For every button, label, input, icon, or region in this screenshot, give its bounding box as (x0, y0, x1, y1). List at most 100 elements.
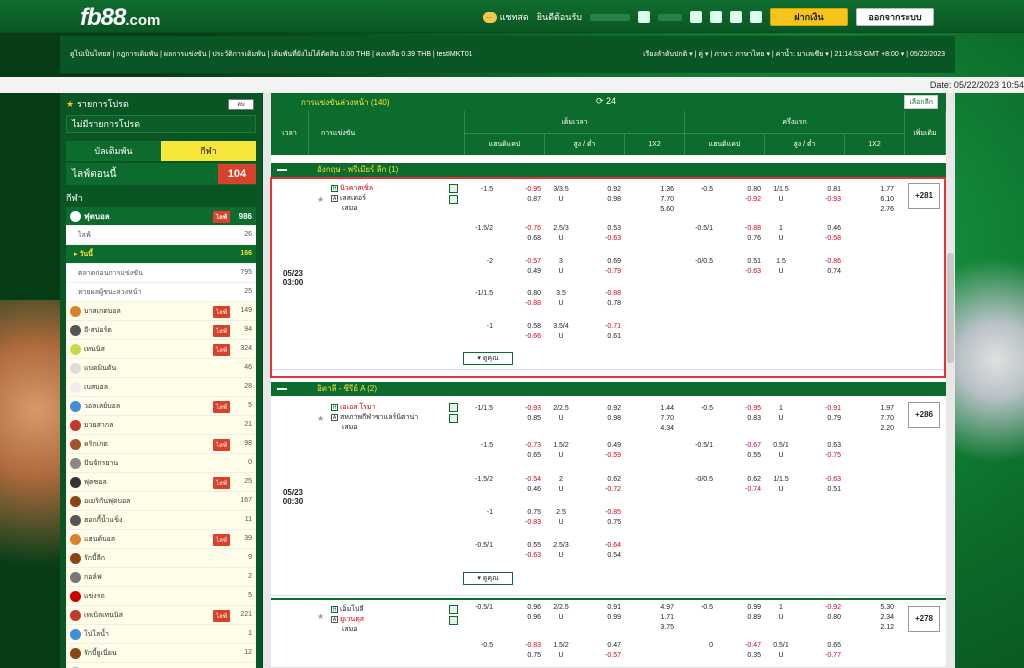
odds-cell[interactable]: 1.77 6.10 2.76 (846, 185, 894, 215)
live-now[interactable]: ไลฟ์ตอนนี้ 104 (66, 163, 256, 185)
odds-cell[interactable]: -0.71 0.61 (577, 322, 621, 342)
odds-cell[interactable]: 1.97 7.70 2.20 (846, 404, 894, 434)
sidebar-item-sport[interactable]: ปันจักรยาน 0 (66, 454, 256, 473)
odds-cell[interactable]: 0.49 -0.59 (577, 441, 621, 461)
sidebar-item-sport[interactable]: ฟุตบอล ไลฟ์ 986 (66, 207, 256, 226)
nav-links[interactable]: ดูไปเป็นไทยส | กฎการเดิมพัน | ผลการแข่งข… (70, 49, 643, 60)
logo[interactable]: fb88.com (80, 4, 160, 32)
sidebar-item-sport[interactable]: ฮอกกี้น้ำแข็ง 11 (66, 511, 256, 530)
star-icon[interactable]: ★ (317, 414, 324, 423)
odds-cell[interactable]: 0.46 -0.58 (797, 224, 841, 244)
select-league-button[interactable]: เลือกลีก (904, 95, 938, 109)
odds-cell[interactable]: -0.63 0.51 (797, 475, 841, 495)
star-icon[interactable]: ★ (317, 612, 324, 621)
odds-cell[interactable]: -0.88 0.76 (715, 224, 761, 244)
account-icon[interactable] (730, 11, 742, 23)
away-team[interactable]: สหภาพกีฬาซาแลร์นิตาน่า (340, 414, 418, 421)
sidebar-item-sport[interactable]: มวยสากล 21 (66, 416, 256, 435)
odds-cell[interactable]: 0.51 -0.63 (715, 257, 761, 277)
right-scrollbar[interactable] (946, 93, 955, 668)
home-team[interactable]: นิวคาสเซิ่ล (340, 185, 373, 192)
odds-cell[interactable]: 0.62 -0.74 (715, 475, 761, 495)
stats-icon[interactable] (449, 605, 458, 614)
odds-cell[interactable]: -0.83 0.75 (493, 641, 541, 661)
odds-cell[interactable]: 0.53 -0.63 (577, 224, 621, 244)
sidebar-item-sport[interactable]: เทเบิลเทนนิส ไลฟ์ 221 (66, 606, 256, 625)
sidebar-item-sport[interactable]: เทนนิส ไลฟ์ 324 (66, 340, 256, 359)
odds-cell[interactable]: 0.65 -0.77 (797, 641, 841, 661)
stats-icon[interactable] (449, 403, 458, 412)
tab-bets[interactable]: บัลเดิมพัน (66, 141, 161, 161)
odds-cell[interactable]: 0.96 0.96 (493, 603, 541, 623)
deposit-button[interactable]: ฝากเงิน (770, 8, 848, 26)
sidebar-item-sport[interactable]: หรือเบิลเล (66, 663, 256, 668)
away-team[interactable]: ยูเวนตุส (340, 616, 364, 623)
sidebar-item-sport[interactable]: เบสบอล 28 (66, 378, 256, 397)
odds-cell[interactable]: 0.47 -0.57 (577, 641, 621, 661)
bet-list-icon[interactable] (750, 11, 762, 23)
more-markets-button[interactable]: +286 (908, 402, 940, 428)
field-icon[interactable] (449, 414, 458, 423)
odds-cell[interactable]: 0.91 0.99 (577, 603, 621, 623)
sidebar-item-sport[interactable]: โปโลน้ำ 1 (66, 625, 256, 644)
sidebar-item-sport[interactable]: แบดมินตัน 46 (66, 359, 256, 378)
odds-cell[interactable]: -0.76 0.68 (493, 224, 541, 244)
odds-cell[interactable]: 0.75 -0.83 (493, 508, 541, 528)
expand-button[interactable]: ▾ ดูคุณ (463, 352, 513, 365)
odds-cell[interactable]: -0.47 0.35 (715, 641, 761, 661)
odds-cell[interactable]: -0.64 0.54 (577, 541, 621, 561)
stats-icon[interactable] (449, 184, 458, 193)
field-icon[interactable] (449, 195, 458, 204)
refresh-button[interactable]: ⟳ 24 (596, 96, 616, 107)
odds-cell[interactable]: -0.85 0.75 (577, 508, 621, 528)
league-header[interactable]: อิตาลี - ซีรีย์ A (2) (271, 382, 946, 396)
odds-cell[interactable]: 5.30 2.34 2.12 (846, 603, 894, 633)
odds-cell[interactable]: 4.97 1.71 3.75 (626, 603, 674, 633)
star-icon[interactable]: ★ (317, 195, 324, 204)
sidebar-item-sport[interactable]: ▸ วันนี้ 166 (66, 245, 256, 264)
odds-cell[interactable]: 1.44 7.70 4.34 (626, 404, 674, 434)
odds-cell[interactable]: -0.54 0.46 (493, 475, 541, 495)
odds-cell[interactable]: -0.67 0.55 (715, 441, 761, 461)
odds-cell[interactable]: 0.80 -0.88 (493, 289, 541, 309)
odds-cell[interactable]: -0.73 0.65 (493, 441, 541, 461)
odds-cell[interactable]: 0.63 -0.75 (797, 441, 841, 461)
odds-cell[interactable]: -0.91 0.79 (797, 404, 841, 424)
odds-cell[interactable]: 1.36 7.70 5.60 (626, 185, 674, 215)
sidebar-item-sport[interactable]: ฟุตซอล ไลฟ์ 25 (66, 473, 256, 492)
odds-cell[interactable]: -0.57 0.49 (493, 257, 541, 277)
sidebar-item-sport[interactable]: ไลฟ์ 26 (66, 226, 256, 245)
sidebar-item-sport[interactable]: กอล์ฟ 2 (66, 568, 256, 587)
odds-cell[interactable]: -0.95 0.83 (715, 404, 761, 424)
more-markets-button[interactable]: +281 (908, 183, 940, 209)
clear-favorites-button[interactable]: ลบ (228, 99, 254, 110)
sidebar-item-sport[interactable]: อี-สปอร์ต ไลฟ์ 94 (66, 321, 256, 340)
nav-settings[interactable]: เรียงลำดับปกติ ▾ | คู่ ▾ | ภาษา: ภาษาไทย… (643, 49, 945, 60)
odds-cell[interactable]: -0.92 0.80 (797, 603, 841, 623)
sidebar-item-sport[interactable]: รักบี้ยูเนี่ยน 12 (66, 644, 256, 663)
wallet-icon[interactable] (638, 11, 650, 23)
sidebar-item-sport[interactable]: ทายผลผู้ชนะล่วงหน้า 25 (66, 283, 256, 302)
home-team[interactable]: เอเอส โรมา (340, 404, 375, 411)
odds-cell[interactable]: 0.55 -0.63 (493, 541, 541, 561)
left-scrollbar[interactable] (263, 93, 271, 668)
odds-cell[interactable]: 0.80 -0.92 (715, 185, 761, 205)
field-icon[interactable] (449, 616, 458, 625)
odds-cell[interactable]: 0.81 -0.93 (797, 185, 841, 205)
sidebar-item-sport[interactable]: คริกเกต ไลฟ์ 98 (66, 435, 256, 454)
home-team[interactable]: เอ็มโปลี (340, 606, 364, 613)
sidebar-item-sport[interactable]: บาสเกตบอล ไลฟ์ 149 (66, 302, 256, 321)
odds-cell[interactable]: -0.93 0.85 (493, 404, 541, 424)
sidebar-item-sport[interactable]: รักบี้ลีก 9 (66, 549, 256, 568)
tab-sports[interactable]: กีฬา (161, 141, 256, 161)
live-chat[interactable]: … แชทสด (482, 10, 529, 24)
sidebar-item-sport[interactable]: วอลเลย์บอล ไลฟ์ 5 (66, 397, 256, 416)
more-markets-button[interactable]: +278 (908, 606, 940, 632)
sidebar-item-sport[interactable]: อเมริกันฟุตบอล 167 (66, 492, 256, 511)
odds-cell[interactable]: -0.86 0.74 (797, 257, 841, 277)
odds-cell[interactable]: -0.95 0.87 (493, 185, 541, 205)
expand-button[interactable]: ▾ ดูคุณ (463, 572, 513, 585)
odds-cell[interactable]: 0.69 -0.79 (577, 257, 621, 277)
odds-cell[interactable]: 0.62 -0.72 (577, 475, 621, 495)
odds-cell[interactable]: -0.88 0.78 (577, 289, 621, 309)
